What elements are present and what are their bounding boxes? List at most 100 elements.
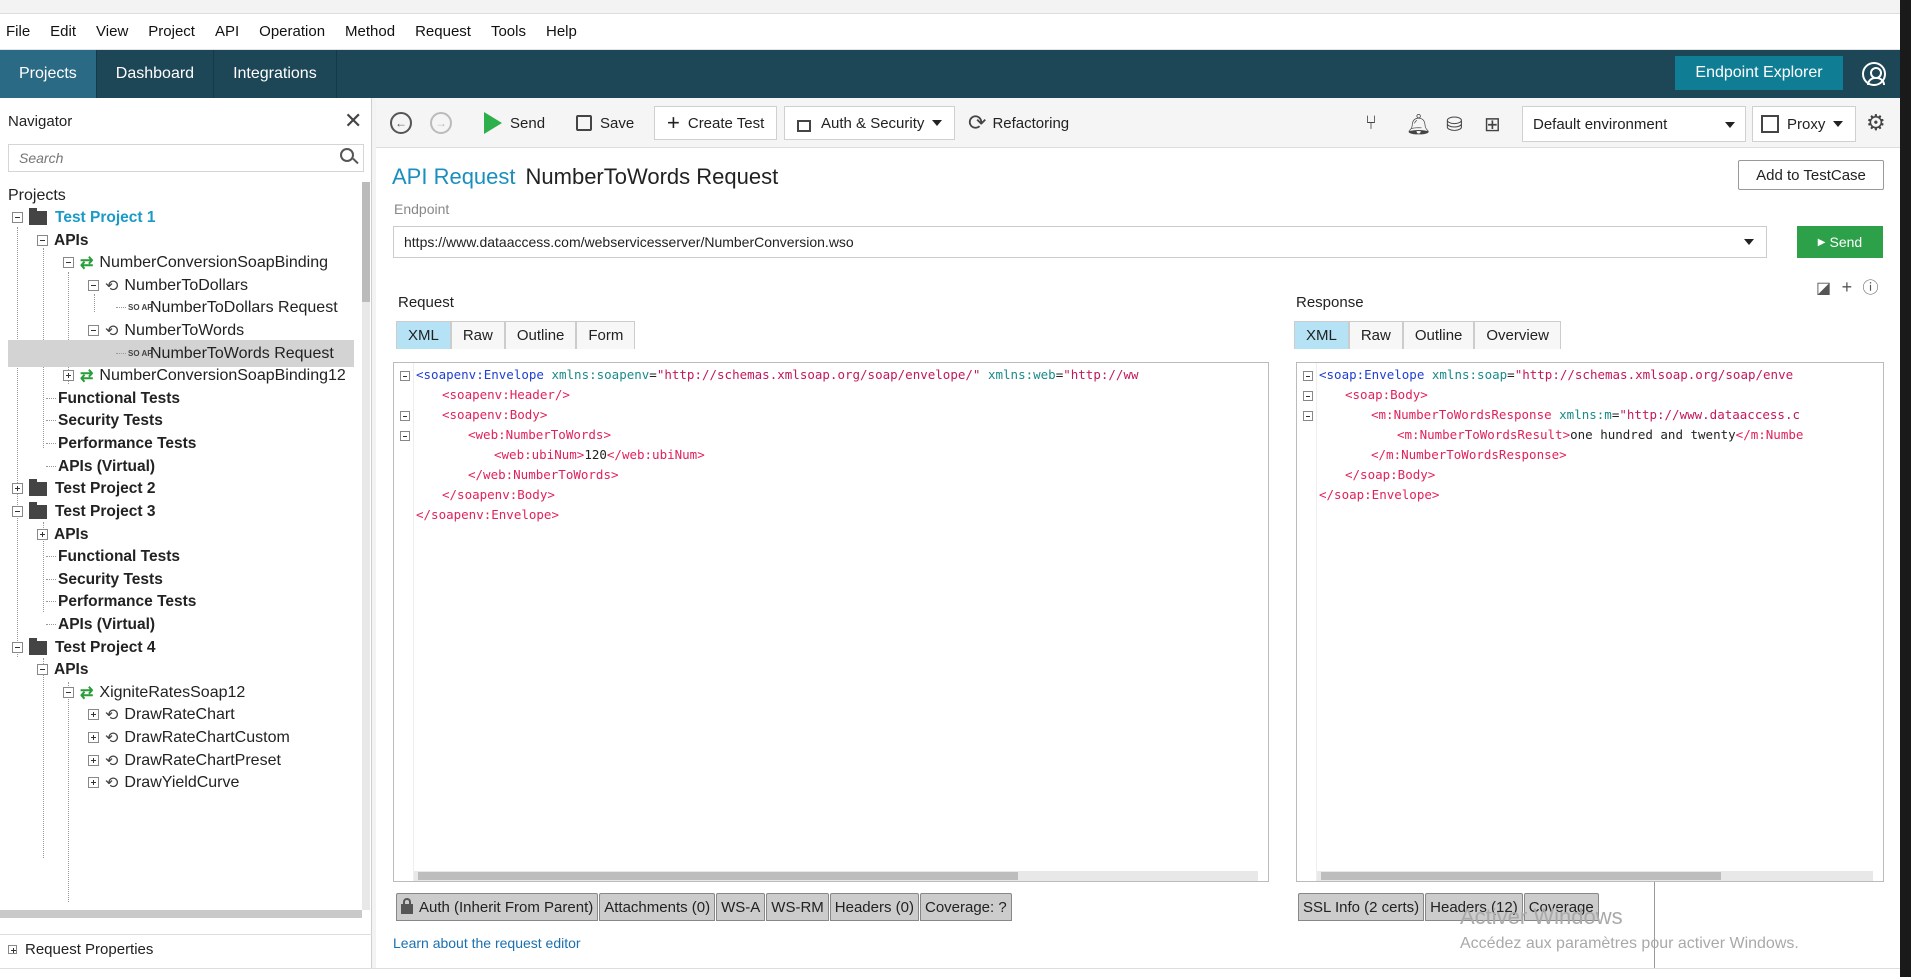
tree-item-label: DrawRateChartPreset	[124, 751, 281, 769]
windows-activation-watermark: Activer Windows	[1460, 904, 1623, 929]
search-icon[interactable]	[340, 148, 354, 162]
add-to-testcase-button[interactable]: Add to TestCase	[1738, 160, 1884, 190]
tab-attachments[interactable]: Attachments (0)	[599, 893, 716, 921]
tab-form[interactable]: Form	[576, 321, 636, 349]
endpoint-input[interactable]: https://www.dataaccess.com/webservicesse…	[393, 226, 1767, 258]
tab-outline[interactable]: Outline	[504, 321, 577, 349]
learn-request-editor-link[interactable]: Learn about the request editor	[393, 935, 581, 951]
tab-xml[interactable]: XML	[1294, 321, 1349, 349]
user-account-icon[interactable]	[1862, 62, 1886, 86]
tab-overview[interactable]: Overview	[1474, 321, 1561, 349]
tab-integrations[interactable]: Integrations	[214, 50, 337, 98]
code-line: </web:NumberToWords>	[468, 467, 619, 482]
fold-icon[interactable]	[400, 411, 410, 421]
tab-raw[interactable]: Raw	[1348, 321, 1403, 349]
expand-icon[interactable]	[88, 732, 99, 743]
menu-api[interactable]: API	[205, 23, 249, 40]
menu-method[interactable]: Method	[335, 23, 405, 40]
request-xml-editor[interactable]: <soapenv:Envelope xmlns:soapenv="http://…	[393, 362, 1269, 882]
menu-edit[interactable]: Edit	[40, 23, 86, 40]
tab-coverage[interactable]: Coverage: ?	[919, 893, 1012, 921]
menu-operation[interactable]: Operation	[249, 23, 335, 40]
tab-projects[interactable]: Projects	[0, 50, 97, 98]
tree-item-label: NumberConversionSoapBinding12	[99, 366, 346, 384]
navigator-horizontal-scrollbar[interactable]	[0, 910, 362, 918]
auth-security-button[interactable]: Auth & Security	[784, 106, 956, 140]
expand-icon[interactable]	[88, 709, 99, 720]
collapse-icon[interactable]	[12, 642, 23, 653]
refactoring-button[interactable]: ⟳ Refactoring	[968, 106, 1069, 140]
save-button[interactable]: Save	[576, 106, 634, 140]
tab-ws-rm[interactable]: WS-RM	[766, 893, 829, 921]
collapse-icon[interactable]	[88, 280, 99, 291]
fold-icon[interactable]	[1303, 391, 1313, 401]
bell-icon[interactable]: 🔔︎	[1406, 112, 1431, 137]
close-icon[interactable]: ✕	[344, 108, 362, 134]
fold-icon[interactable]	[400, 431, 410, 441]
folder-icon	[29, 501, 47, 519]
expand-icon[interactable]	[88, 777, 99, 788]
expand-icon[interactable]	[88, 755, 99, 766]
expand-icon[interactable]	[63, 370, 74, 381]
response-xml-editor[interactable]: <soap:Envelope xmlns:soap="http://schema…	[1296, 362, 1884, 882]
collapse-icon[interactable]	[63, 687, 74, 698]
gear-icon[interactable]: ⚙	[1866, 110, 1886, 136]
menu-view[interactable]: View	[86, 23, 138, 40]
tab-raw[interactable]: Raw	[450, 321, 505, 349]
menu-request[interactable]: Request	[405, 23, 481, 40]
menu-help[interactable]: Help	[536, 23, 587, 40]
menu-tools[interactable]: Tools	[481, 23, 536, 40]
save-label: Save	[600, 114, 635, 132]
network-icon[interactable]: ⊞	[1484, 112, 1501, 137]
code-line: <m:NumberToWordsResult>one hundred and t…	[1397, 427, 1804, 442]
collapse-icon[interactable]	[12, 506, 23, 517]
tab-ssl-info[interactable]: SSL Info (2 certs)	[1298, 893, 1425, 921]
tab-auth[interactable]: Auth (Inherit From Parent)	[396, 893, 599, 921]
fold-icon[interactable]	[400, 371, 410, 381]
menu-file[interactable]: File	[0, 23, 40, 40]
endpoint-explorer-button[interactable]: Endpoint Explorer	[1675, 56, 1843, 90]
request-scrollbar-thumb[interactable]	[418, 872, 1018, 880]
response-scrollbar-thumb[interactable]	[1321, 872, 1721, 880]
navigator-scrollbar-thumb[interactable]	[362, 182, 370, 302]
expand-icon[interactable]	[8, 945, 17, 954]
tab-outline[interactable]: Outline	[1402, 321, 1475, 349]
send-request-button[interactable]: ▶ Send	[1797, 226, 1883, 258]
create-test-button[interactable]: + Create Test	[654, 106, 778, 140]
expand-icon[interactable]	[37, 529, 48, 540]
top-navigation: Projects Dashboard Integrations Endpoint…	[0, 50, 1900, 98]
tree-item-label: XigniteRatesSoap12	[99, 683, 246, 701]
forward-arrow-icon: →	[430, 112, 452, 134]
collapse-icon[interactable]	[88, 325, 99, 336]
tree-item-label: DrawRateChartCustom	[124, 728, 290, 746]
proxy-button[interactable]: Proxy	[1752, 106, 1856, 142]
folder-icon	[29, 637, 47, 655]
tab-headers[interactable]: Headers (0)	[829, 893, 919, 921]
plus-icon: +	[667, 110, 680, 135]
git-branch-icon[interactable]: ⑂	[1365, 112, 1377, 135]
fold-icon[interactable]	[1303, 371, 1313, 381]
environment-select[interactable]: Default environment	[1522, 106, 1746, 142]
windows-activation-hint: Accédez aux paramètres pour activer Wind…	[1460, 935, 1799, 952]
request-properties-toggle[interactable]: Request Properties	[0, 934, 372, 964]
collapse-icon[interactable]	[12, 212, 23, 223]
tab-ws-a[interactable]: WS-A	[716, 893, 766, 921]
expand-icon[interactable]	[12, 483, 23, 494]
tab-xml[interactable]: XML	[396, 321, 451, 349]
collapse-icon[interactable]	[63, 257, 74, 268]
tab-dashboard[interactable]: Dashboard	[97, 50, 215, 98]
lock-icon	[797, 120, 811, 132]
collapse-icon[interactable]	[37, 235, 48, 246]
collapse-icon[interactable]	[37, 664, 48, 675]
proxy-label: Proxy	[1787, 115, 1826, 133]
forward-button[interactable]: →	[430, 106, 452, 140]
send-toolbar-button[interactable]: Send	[484, 106, 545, 140]
fold-icon[interactable]	[1303, 411, 1313, 421]
navigator-search-input[interactable]	[8, 144, 364, 172]
chevron-down-icon[interactable]	[1744, 239, 1754, 245]
menu-project[interactable]: Project	[138, 23, 205, 40]
request-name: NumberToWords Request	[525, 164, 779, 189]
back-button[interactable]: ←	[390, 106, 412, 140]
database-icon[interactable]: ⛁	[1446, 112, 1463, 137]
tree-item-drawyieldcurve[interactable]: ⟲ DrawYieldCurve	[88, 769, 239, 796]
